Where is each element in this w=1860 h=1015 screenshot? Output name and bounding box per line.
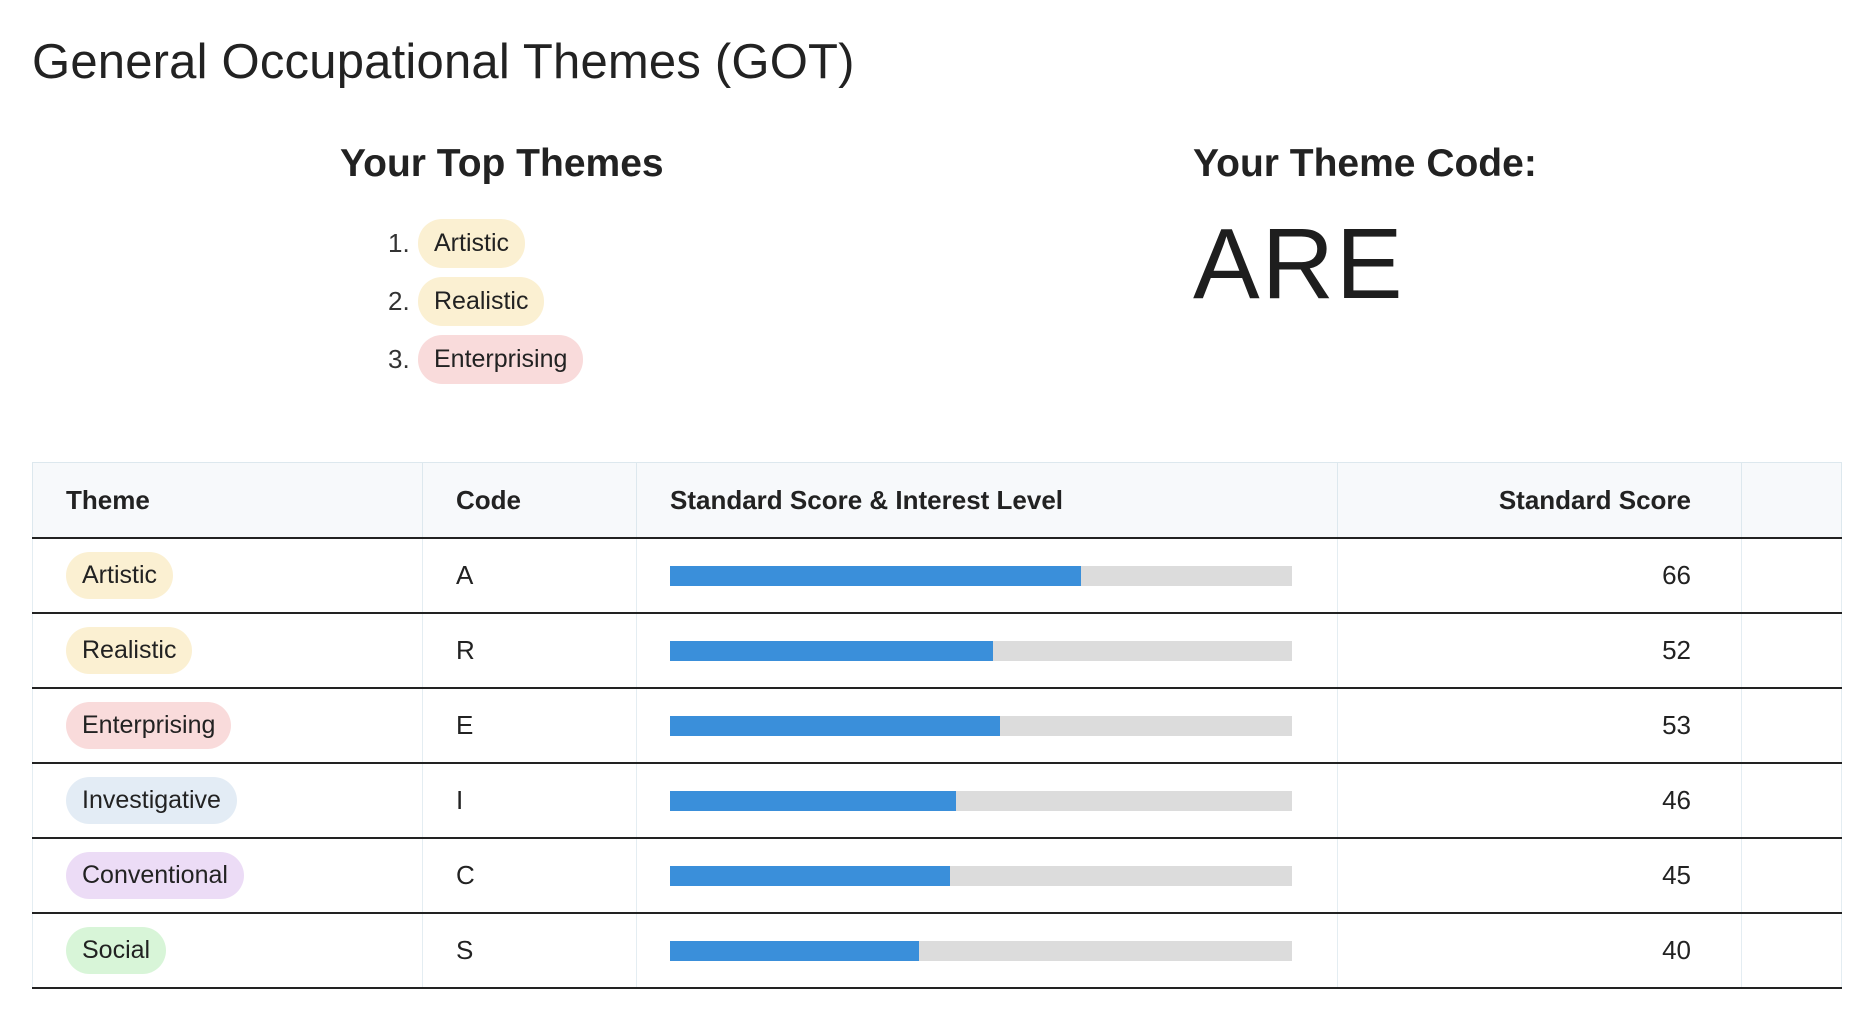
score-bar-fill (670, 940, 919, 961)
score-bar-track (670, 715, 1292, 736)
table-row: Conventional C 45 (32, 838, 1842, 914)
theme-pill: Conventional (66, 852, 244, 899)
top-theme-rank: 3. (388, 343, 410, 374)
top-themes-section: Your Top Themes 1. Artistic 2. Realistic… (340, 142, 760, 388)
score-bar-track (670, 640, 1292, 661)
theme-code-value: ARE (1193, 208, 1405, 320)
top-theme-pill: Artistic (418, 218, 525, 268)
page-title: General Occupational Themes (GOT) (32, 35, 855, 89)
score-bar-fill (670, 640, 994, 661)
table-row: Enterprising E 53 (32, 688, 1842, 764)
theme-pill: Artistic (66, 552, 173, 599)
theme-pill: Enterprising (66, 702, 232, 749)
score-cell: 53 (1337, 688, 1742, 764)
table-body: Artistic A 66 Realistic R 52 Enterprisin… (32, 538, 1842, 989)
code-cell: R (422, 613, 637, 689)
theme-cell: Artistic (32, 538, 423, 614)
score-cell: 52 (1337, 613, 1742, 689)
bar-cell (636, 763, 1338, 839)
score-bar-fill (670, 865, 950, 886)
score-cell: 45 (1337, 838, 1742, 914)
score-bar-track (670, 565, 1292, 586)
theme-cell: Enterprising (32, 688, 423, 764)
top-themes-list: 1. Artistic 2. Realistic 3. Enterprising (388, 214, 760, 388)
table-row: Realistic R 52 (32, 613, 1842, 689)
code-cell: I (422, 763, 637, 839)
score-bar-track (670, 865, 1292, 886)
code-cell: A (422, 538, 637, 614)
extra-cell (1741, 763, 1842, 839)
score-bar-track (670, 790, 1292, 811)
top-theme-rank: 1. (388, 227, 410, 258)
extra-cell (1741, 613, 1842, 689)
theme-code-heading: Your Theme Code: (1193, 142, 1537, 185)
table-row: Artistic A 66 (32, 538, 1842, 614)
score-cell: 66 (1337, 538, 1742, 614)
column-header-standard-score[interactable]: Standard Score (1337, 462, 1742, 539)
bar-cell (636, 538, 1338, 614)
top-theme-item: 1. Artistic (388, 214, 760, 272)
extra-cell (1741, 838, 1842, 914)
code-cell: S (422, 913, 637, 989)
table-header-row: Theme Code Standard Score & Interest Lev… (32, 462, 1842, 539)
extra-cell (1741, 538, 1842, 614)
column-header-theme[interactable]: Theme (32, 462, 423, 539)
bar-cell (636, 688, 1338, 764)
theme-pill: Social (66, 927, 167, 974)
theme-cell: Conventional (32, 838, 423, 914)
top-theme-rank: 2. (388, 285, 410, 316)
theme-cell: Social (32, 913, 423, 989)
top-theme-pill: Enterprising (418, 334, 584, 384)
got-table: Theme Code Standard Score & Interest Lev… (32, 462, 1842, 989)
top-theme-pill: Realistic (418, 276, 545, 326)
extra-cell (1741, 913, 1842, 989)
column-header-code[interactable]: Code (422, 462, 637, 539)
score-bar-fill (670, 715, 1000, 736)
score-bar-fill (670, 565, 1081, 586)
top-themes-heading: Your Top Themes (340, 142, 664, 185)
theme-cell: Realistic (32, 613, 423, 689)
bar-cell (636, 913, 1338, 989)
column-header-extra (1741, 462, 1842, 539)
bar-cell (636, 613, 1338, 689)
score-bar-track (670, 940, 1292, 961)
code-cell: C (422, 838, 637, 914)
theme-code-section: Your Theme Code: ARE (1193, 142, 1713, 314)
column-header-score-bar[interactable]: Standard Score & Interest Level (636, 462, 1338, 539)
top-theme-item: 3. Enterprising (388, 330, 760, 388)
score-cell: 46 (1337, 763, 1742, 839)
table-row: Investigative I 46 (32, 763, 1842, 839)
top-theme-item: 2. Realistic (388, 272, 760, 330)
theme-cell: Investigative (32, 763, 423, 839)
extra-cell (1741, 688, 1842, 764)
theme-pill: Realistic (66, 627, 193, 674)
theme-pill: Investigative (66, 777, 237, 824)
score-bar-fill (670, 790, 957, 811)
bar-cell (636, 838, 1338, 914)
code-cell: E (422, 688, 637, 764)
table-row: Social S 40 (32, 913, 1842, 989)
score-cell: 40 (1337, 913, 1742, 989)
